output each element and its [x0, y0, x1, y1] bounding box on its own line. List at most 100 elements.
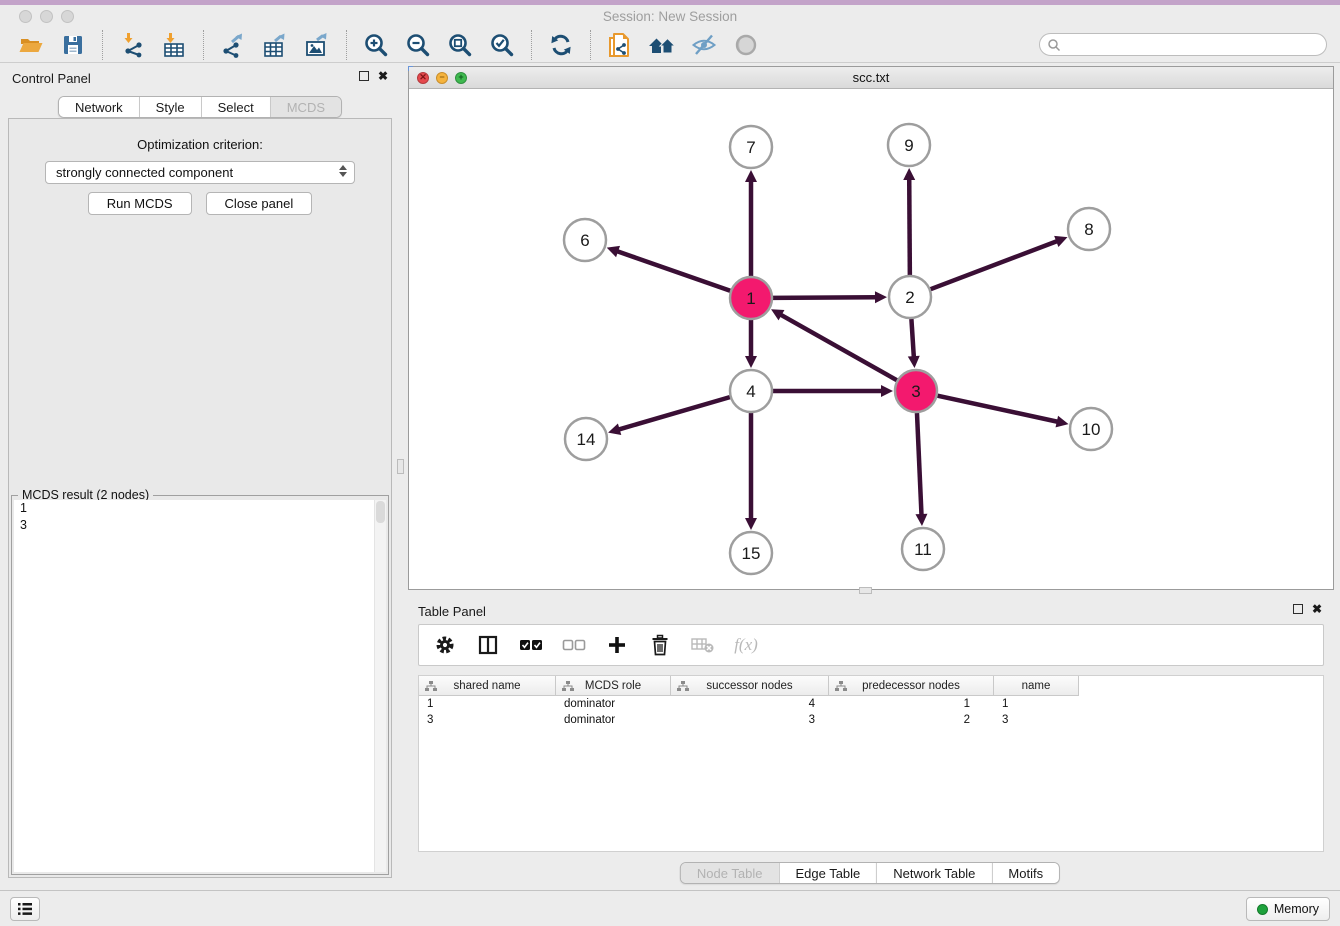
cell-name[interactable]: 1: [994, 696, 1079, 712]
add-row-button[interactable]: [605, 633, 629, 657]
node-label-2: 2: [905, 288, 914, 307]
result-scrollbar[interactable]: [374, 500, 386, 872]
table-row[interactable]: 3dominator323: [419, 712, 1323, 728]
import-network-button[interactable]: [117, 30, 147, 60]
node-table[interactable]: shared nameMCDS rolesuccessor nodesprede…: [418, 675, 1324, 852]
column-selector-button[interactable]: [476, 633, 500, 657]
zoom-selected-button[interactable]: [487, 30, 517, 60]
first-neighbors-button[interactable]: [647, 30, 677, 60]
graph-edge-3-1[interactable]: [780, 314, 897, 380]
float-panel-icon[interactable]: [359, 71, 369, 81]
splitter-grip[interactable]: [397, 459, 404, 474]
open-session-button[interactable]: [16, 30, 46, 60]
node-label-4: 4: [746, 382, 755, 401]
mcds-result-groupbox: MCDS result (2 nodes) 1 3: [11, 495, 389, 875]
mcds-result-list[interactable]: 1 3: [14, 500, 386, 872]
close-panel-button[interactable]: Close panel: [206, 192, 313, 215]
import-table-button[interactable]: [159, 30, 189, 60]
cell-successor-nodes[interactable]: 3: [671, 712, 829, 728]
criterion-dropdown[interactable]: strongly connected component: [45, 161, 355, 184]
save-session-button[interactable]: [58, 30, 88, 60]
float-panel-icon[interactable]: [1293, 604, 1303, 614]
table-toolbar: f(x): [418, 624, 1324, 666]
export-network-icon: [220, 32, 246, 58]
tab-mcds[interactable]: MCDS: [270, 97, 341, 117]
search-field[interactable]: [1039, 33, 1327, 56]
network-graph[interactable]: 7968124314101511: [409, 89, 1333, 589]
cell-shared-name[interactable]: 1: [419, 696, 556, 712]
cell-successor-nodes[interactable]: 4: [671, 696, 829, 712]
houses-icon: [648, 32, 676, 58]
tab-network-table[interactable]: Network Table: [876, 863, 991, 883]
graph-edge-1-6[interactable]: [616, 251, 730, 291]
show-all-button[interactable]: [731, 30, 761, 60]
splitter-grip[interactable]: [859, 587, 872, 594]
export-image-button[interactable]: [302, 30, 332, 60]
cell-MCDS-role[interactable]: dominator: [556, 696, 671, 712]
close-panel-icon[interactable]: ✖: [1312, 604, 1322, 614]
cell-predecessor-nodes[interactable]: 2: [829, 712, 994, 728]
delete-table-button[interactable]: [691, 633, 715, 657]
refresh-view-button[interactable]: [546, 30, 576, 60]
task-history-button[interactable]: [10, 897, 40, 921]
search-icon: [1047, 38, 1061, 52]
graph-edge-2-9[interactable]: [909, 178, 910, 275]
network-minimize-button[interactable]: −: [436, 72, 448, 84]
select-all-checks-button[interactable]: [519, 633, 543, 657]
column-header-name[interactable]: name: [994, 676, 1079, 696]
export-network-button[interactable]: [218, 30, 248, 60]
edge-arrowhead: [607, 246, 620, 257]
column-header-predecessor-nodes[interactable]: predecessor nodes: [829, 676, 994, 696]
column-header-successor-nodes[interactable]: successor nodes: [671, 676, 829, 696]
table-row[interactable]: 1dominator411: [419, 696, 1323, 712]
toolbar-separator: [531, 30, 532, 60]
cell-name[interactable]: 3: [994, 712, 1079, 728]
optimization-criterion-label: Optimization criterion:: [9, 137, 391, 152]
tab-edge-table[interactable]: Edge Table: [778, 863, 876, 883]
network-close-button[interactable]: ✕: [417, 72, 429, 84]
graph-edge-4-14[interactable]: [618, 397, 730, 430]
tab-select[interactable]: Select: [201, 97, 270, 117]
save-floppy-icon: [60, 32, 86, 58]
delete-rows-button[interactable]: [648, 633, 672, 657]
node-label-3: 3: [911, 382, 920, 401]
cell-shared-name[interactable]: 3: [419, 712, 556, 728]
network-canvas[interactable]: 7968124314101511: [409, 89, 1333, 589]
run-mcds-button[interactable]: Run MCDS: [88, 192, 192, 215]
cell-MCDS-role[interactable]: dominator: [556, 712, 671, 728]
column-header-shared-name[interactable]: shared name: [419, 676, 556, 696]
new-network-from-file-button[interactable]: [605, 30, 635, 60]
graph-edge-1-2[interactable]: [773, 297, 877, 298]
criterion-value: strongly connected component: [56, 165, 233, 180]
node-label-1: 1: [746, 289, 755, 308]
tab-style[interactable]: Style: [139, 97, 201, 117]
hide-selected-button[interactable]: [689, 30, 719, 60]
network-window-titlebar[interactable]: ✕ − + scc.txt: [409, 67, 1333, 89]
column-header-MCDS-role[interactable]: MCDS role: [556, 676, 671, 696]
cell-predecessor-nodes[interactable]: 1: [829, 696, 994, 712]
gear-icon: [435, 635, 455, 655]
table-settings-button[interactable]: [433, 633, 457, 657]
zoom-out-button[interactable]: [403, 30, 433, 60]
memory-button[interactable]: Memory: [1246, 897, 1330, 921]
network-zoom-button[interactable]: +: [455, 72, 467, 84]
function-builder-button[interactable]: f(x): [734, 633, 758, 657]
deselect-all-checks-button[interactable]: [562, 633, 586, 657]
graph-edge-3-10[interactable]: [937, 396, 1058, 422]
tab-motifs[interactable]: Motifs: [991, 863, 1059, 883]
graph-edge-3-11[interactable]: [917, 413, 922, 516]
export-table-button[interactable]: [260, 30, 290, 60]
tab-network[interactable]: Network: [59, 97, 139, 117]
zoom-fit-button[interactable]: [445, 30, 475, 60]
column-type-icon: [677, 681, 689, 692]
table-panel-header: Table Panel ✖: [406, 596, 1334, 626]
close-panel-icon[interactable]: ✖: [378, 71, 388, 81]
search-input[interactable]: [1061, 34, 1326, 55]
zoom-in-button[interactable]: [361, 30, 391, 60]
graph-edge-2-3[interactable]: [911, 319, 913, 358]
dropdown-stepper-icon: [339, 165, 347, 177]
column-type-icon: [425, 681, 437, 692]
graph-edge-2-8[interactable]: [931, 241, 1059, 289]
tab-node-table[interactable]: Node Table: [681, 863, 779, 883]
node-label-8: 8: [1084, 220, 1093, 239]
